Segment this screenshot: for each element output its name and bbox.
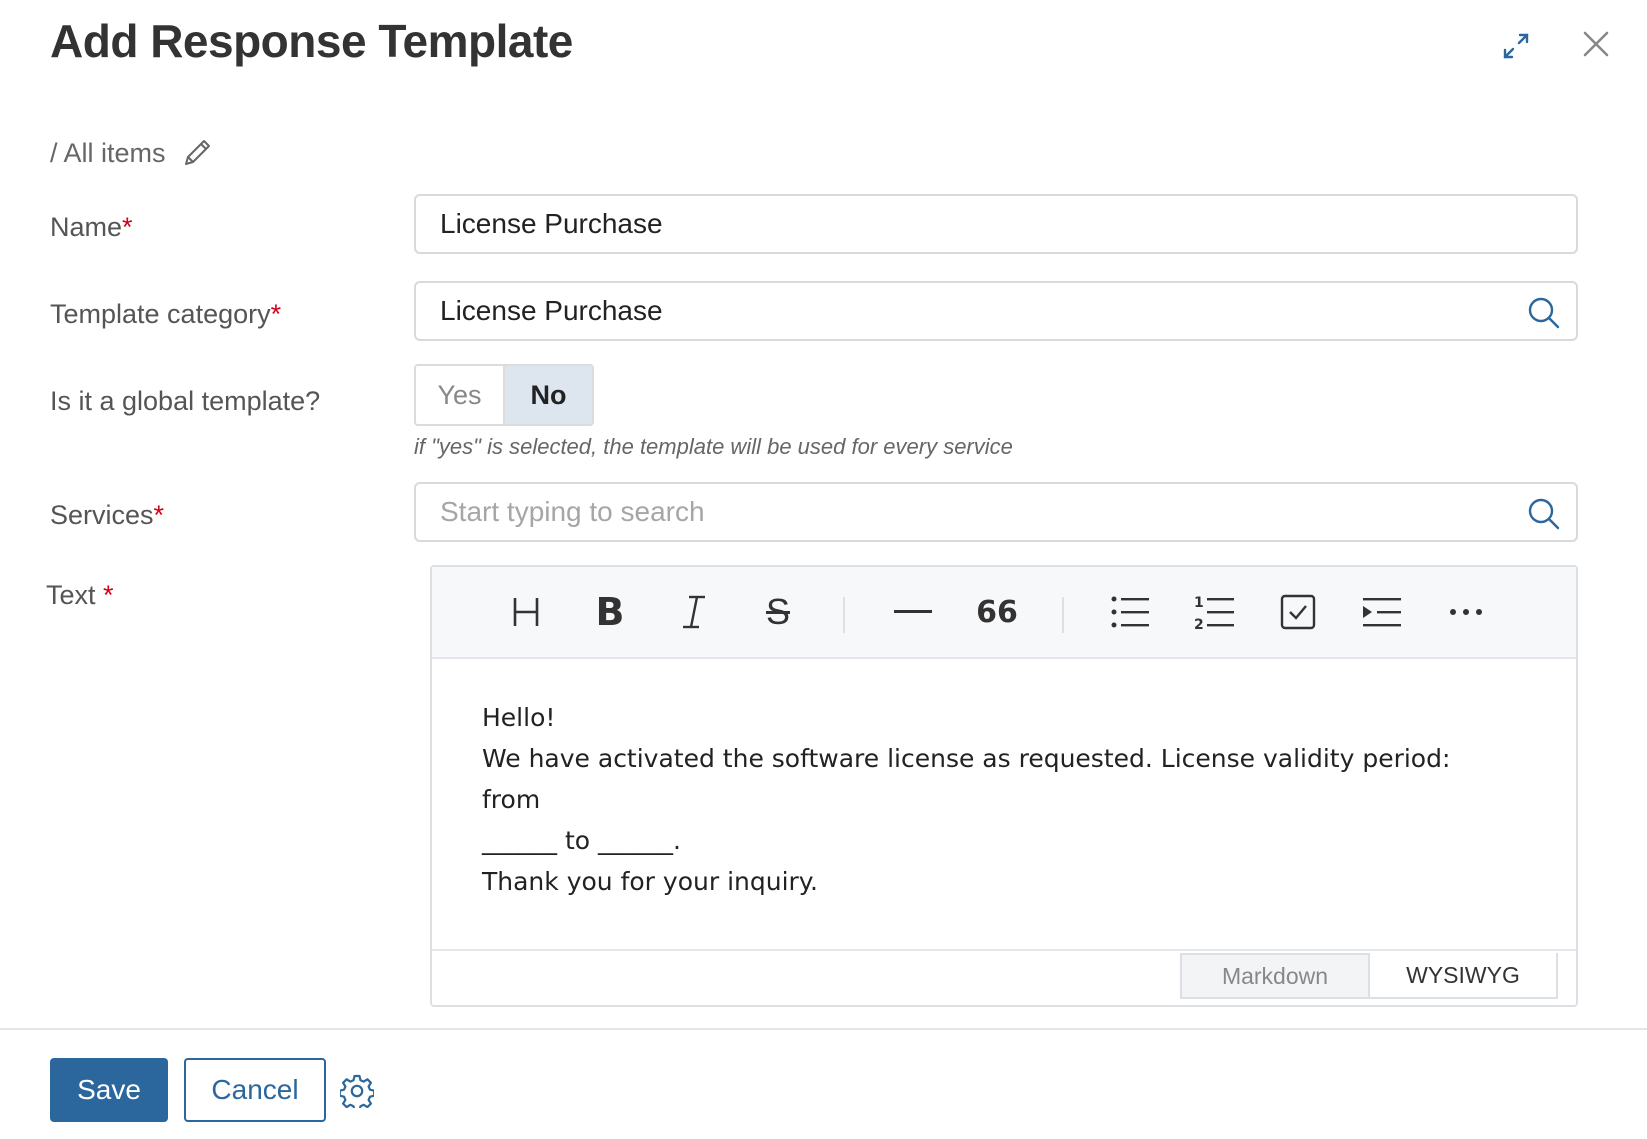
bullet-list-icon[interactable] (1100, 567, 1160, 657)
expand-icon[interactable] (1496, 26, 1536, 66)
search-icon[interactable] (1526, 295, 1562, 338)
name-value: License Purchase (440, 208, 663, 239)
global-template-toggle: Yes No (414, 364, 594, 426)
strikethrough-icon[interactable]: S (748, 567, 808, 657)
required-marker: * (103, 580, 114, 610)
search-icon[interactable] (1526, 496, 1562, 539)
dialog-title: Add Response Template (50, 15, 573, 67)
markdown-tab[interactable]: Markdown (1180, 953, 1370, 999)
indent-icon[interactable] (1352, 567, 1412, 657)
content-line: Hello! (482, 703, 556, 732)
italic-icon[interactable] (664, 567, 724, 657)
bold-icon[interactable]: B (580, 567, 640, 657)
pencil-icon[interactable] (180, 136, 214, 170)
name-label: Name* (50, 212, 133, 242)
gear-icon[interactable] (338, 1072, 376, 1110)
quote-icon[interactable]: 66 (967, 567, 1027, 657)
category-label: Template category* (50, 299, 282, 329)
global-template-label: Is it a global template? (50, 386, 321, 416)
toggle-no[interactable]: No (503, 366, 592, 424)
cancel-button[interactable]: Cancel (184, 1058, 326, 1122)
horizontal-rule-icon[interactable] (883, 567, 943, 657)
svg-text:2: 2 (1194, 617, 1204, 631)
editor-toolbar: B S 66 12 (432, 567, 1576, 659)
save-button[interactable]: Save (50, 1058, 168, 1122)
content-line: Thank you for your inquiry. (482, 867, 818, 896)
toggle-yes[interactable]: Yes (416, 366, 503, 424)
services-input[interactable]: Start typing to search (414, 482, 1578, 542)
required-marker: * (153, 500, 165, 530)
heading-icon[interactable] (496, 567, 556, 657)
numbered-list-icon[interactable]: 12 (1184, 567, 1244, 657)
wysiwyg-tab[interactable]: WYSIWYG (1368, 953, 1558, 999)
breadcrumb: / All items (50, 136, 214, 170)
services-placeholder: Start typing to search (440, 496, 705, 527)
required-marker: * (122, 212, 133, 242)
text-editor: B S 66 12 Hello! We have activated the s… (430, 565, 1578, 1007)
editor-content[interactable]: Hello! We have activated the software li… (482, 697, 1516, 902)
category-value: License Purchase (440, 295, 663, 326)
services-label: Services* (50, 500, 165, 530)
svg-text:1: 1 (1194, 595, 1204, 611)
name-input[interactable]: License Purchase (414, 194, 1578, 254)
checkbox-list-icon[interactable] (1268, 567, 1328, 657)
required-marker: * (270, 299, 282, 329)
content-line: ______ to ______. (482, 826, 681, 855)
more-icon[interactable] (1436, 567, 1496, 657)
global-template-hint: if "yes" is selected, the template will … (414, 434, 1013, 459)
editor-mode-bar: Markdown WYSIWYG (432, 949, 1576, 1005)
text-label: Text * (46, 580, 114, 610)
content-line: We have activated the software license a… (482, 744, 1451, 814)
footer-divider (0, 1028, 1647, 1030)
close-icon[interactable] (1576, 24, 1616, 64)
breadcrumb-all-items[interactable]: / All items (50, 138, 166, 169)
category-input[interactable]: License Purchase (414, 281, 1578, 341)
